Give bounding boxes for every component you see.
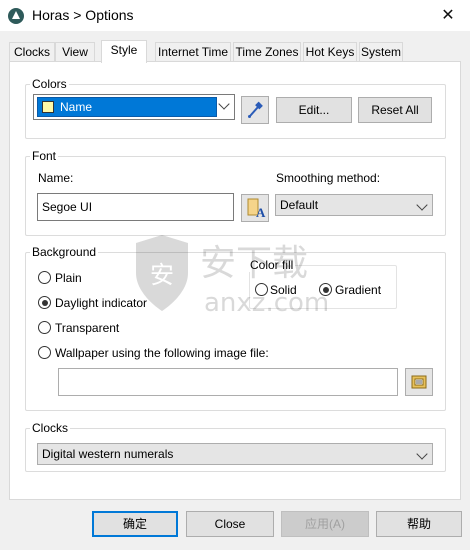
radio-gradient-label: Gradient <box>335 283 382 297</box>
reset-all-button[interactable]: Reset All <box>358 97 432 123</box>
smoothing-method-value: Default <box>280 198 319 212</box>
font-picker-button[interactable]: A <box>241 194 269 222</box>
wallpaper-path-field[interactable] <box>58 368 398 396</box>
color-item-label: Name <box>60 100 93 114</box>
color-item-selected[interactable]: Name <box>37 97 217 117</box>
colors-group-label: Colors <box>30 77 69 91</box>
tab-style[interactable]: Style <box>101 40 147 63</box>
font-name-label: Name: <box>38 171 74 185</box>
eyedropper-icon <box>248 101 263 118</box>
font-name-field[interactable]: Segoe UI <box>37 193 234 221</box>
color-swatch <box>42 101 54 113</box>
radio-plain[interactable] <box>38 271 51 284</box>
eyedropper-button[interactable] <box>241 96 269 124</box>
tab-internet-time[interactable]: Internet Time <box>155 42 231 62</box>
radio-wallpaper[interactable] <box>38 346 51 359</box>
font-icon: A <box>247 198 266 220</box>
radio-transparent[interactable] <box>38 321 51 334</box>
edit-color-button[interactable]: Edit... <box>276 97 352 123</box>
browse-wallpaper-button[interactable] <box>405 368 433 396</box>
radio-solid-label: Solid <box>270 283 297 297</box>
svg-text:A: A <box>256 205 266 220</box>
radio-plain-label: Plain <box>55 271 82 285</box>
background-group-label: Background <box>30 245 99 259</box>
folder-open-icon <box>411 375 427 389</box>
apply-button[interactable]: 应用(A) <box>281 511 369 537</box>
tab-system[interactable]: System <box>359 42 403 62</box>
clocks-style-select[interactable]: Digital western numerals <box>37 443 433 465</box>
radio-solid[interactable] <box>255 283 268 296</box>
title-bar: Horas > Options ✕ <box>0 0 470 31</box>
clocks-style-value: Digital western numerals <box>42 447 174 461</box>
radio-daylight-indicator[interactable] <box>38 296 51 309</box>
window-title: Horas > Options <box>32 7 134 23</box>
clocks-group-label: Clocks <box>30 421 71 435</box>
close-button[interactable]: Close <box>186 511 274 537</box>
radio-daylight-indicator-label: Daylight indicator <box>55 296 148 310</box>
ok-button[interactable]: 确定 <box>92 511 178 537</box>
tab-time-zones[interactable]: Time Zones <box>233 42 301 62</box>
chevron-down-icon <box>416 199 428 211</box>
help-button[interactable]: 帮助 <box>376 511 462 537</box>
chevron-down-icon <box>416 448 428 460</box>
tab-clocks[interactable]: Clocks <box>9 42 55 62</box>
smoothing-method-label: Smoothing method: <box>276 171 381 185</box>
radio-transparent-label: Transparent <box>55 321 120 335</box>
app-icon <box>8 8 24 24</box>
tab-view[interactable]: View <box>55 42 95 62</box>
close-window-icon[interactable]: ✕ <box>438 6 458 26</box>
radio-gradient[interactable] <box>319 283 332 296</box>
font-group-label: Font <box>30 149 59 163</box>
chevron-down-icon <box>218 98 230 110</box>
smoothing-method-select[interactable]: Default <box>275 194 433 216</box>
tab-hot-keys[interactable]: Hot Keys <box>303 42 357 62</box>
radio-wallpaper-label: Wallpaper using the following image file… <box>55 346 269 360</box>
color-fill-label: Color fill <box>248 258 296 272</box>
